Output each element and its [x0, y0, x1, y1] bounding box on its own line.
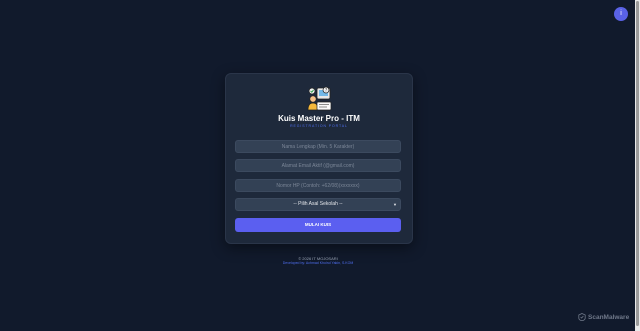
page-title: Kuis Master Pro - ITM	[278, 114, 360, 123]
school-select-value: -- Pilih Asal Sekolah --	[293, 201, 343, 207]
info-icon: i	[620, 10, 622, 17]
page-subtitle: REGISTRATION PORTAL	[290, 124, 348, 128]
start-quiz-button[interactable]: MULAI KUIS	[235, 218, 401, 232]
name-input[interactable]	[235, 140, 401, 153]
watermark-text: ScanMalware	[588, 313, 630, 321]
quiz-master-logo-icon: ?	[307, 86, 332, 111]
info-button[interactable]: i	[614, 7, 628, 21]
scrollbar[interactable]	[635, 0, 640, 331]
phone-input[interactable]	[235, 179, 401, 192]
scanmalware-logo-icon	[578, 313, 586, 321]
page: i ? Kuis Master Pro - ITM REGISTRATION P…	[0, 0, 640, 331]
chevron-down-icon: ▼	[393, 202, 397, 207]
registration-card: ? Kuis Master Pro - ITM REGISTRATION POR…	[225, 73, 413, 244]
footer-developer-credit: Developed by: Achmad Khoirul Yakin, S.KO…	[282, 261, 354, 265]
email-input[interactable]	[235, 159, 401, 172]
svg-text:?: ?	[325, 88, 327, 93]
school-select[interactable]: -- Pilih Asal Sekolah -- ▼	[235, 198, 401, 211]
scrollbar-thumb[interactable]	[636, 1, 639, 326]
scanmalware-watermark: ScanMalware	[578, 312, 629, 322]
